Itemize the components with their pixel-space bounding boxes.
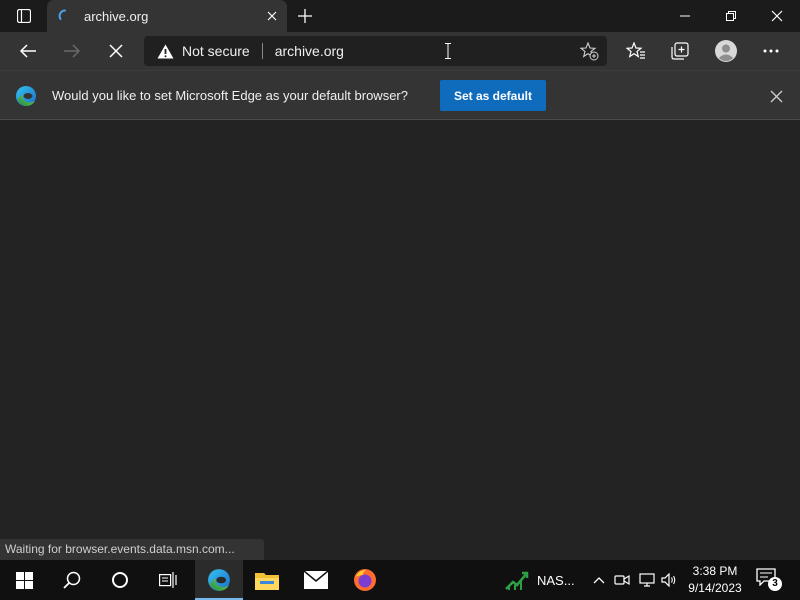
network-icon [639, 573, 655, 587]
search-button[interactable] [48, 560, 96, 600]
taskbar-file-explorer[interactable] [243, 560, 291, 600]
minimize-icon [680, 15, 690, 17]
favorites-star-icon [626, 42, 645, 59]
plus-icon [298, 9, 312, 23]
task-view-button[interactable] [144, 560, 192, 600]
set-as-default-button[interactable]: Set as default [440, 80, 546, 111]
favorites-button[interactable] [620, 35, 652, 67]
status-bubble: Waiting for browser.events.data.msn.com.… [0, 539, 264, 560]
back-arrow-icon [19, 44, 36, 58]
clock-date: 9/14/2023 [688, 581, 742, 595]
folder-icon [255, 573, 279, 590]
more-icon [763, 49, 779, 53]
infobar-message: Would you like to set Microsoft Edge as … [52, 88, 408, 103]
volume-button[interactable] [660, 571, 678, 589]
start-button[interactable] [0, 560, 48, 600]
windows-logo-icon [15, 571, 33, 589]
notification-count-badge: 3 [768, 577, 782, 591]
taskbar: NAS... 3:38 PM 9/14/2023 3 [0, 560, 800, 600]
action-center-button[interactable]: 3 [756, 568, 782, 592]
window-controls [662, 0, 800, 32]
add-favorite-button[interactable] [579, 41, 599, 61]
tab-close-button[interactable] [257, 1, 287, 31]
tab-title: archive.org [84, 8, 149, 24]
back-button[interactable] [12, 35, 44, 67]
security-label: Not secure [182, 43, 250, 59]
restore-button[interactable] [708, 0, 754, 32]
clock-time: 3:38 PM [692, 564, 738, 578]
close-icon [770, 90, 782, 102]
forward-arrow-icon [64, 44, 81, 58]
taskbar-mail[interactable] [292, 560, 340, 600]
task-view-icon [159, 572, 177, 588]
search-icon [63, 571, 81, 589]
taskbar-firefox[interactable] [341, 560, 389, 600]
chevron-up-icon [593, 577, 605, 584]
meet-now-button[interactable] [613, 571, 631, 589]
default-browser-infobar: Would you like to set Microsoft Edge as … [0, 70, 800, 120]
profile-button[interactable] [710, 35, 742, 67]
address-bar[interactable]: Not secure archive.org [144, 36, 607, 66]
tab-actions-button[interactable] [0, 0, 47, 32]
tab-actions-icon [16, 9, 31, 23]
edge-icon [208, 569, 230, 591]
close-icon [109, 44, 123, 58]
star-add-icon [579, 41, 598, 60]
settings-more-button[interactable] [755, 35, 787, 67]
navigation-toolbar: Not secure archive.org [0, 32, 800, 70]
restore-icon [726, 11, 736, 21]
mail-icon [304, 571, 328, 589]
address-separator [261, 43, 263, 59]
tab-strip: archive.org [0, 0, 800, 32]
speaker-icon [661, 573, 676, 587]
firefox-icon [354, 569, 376, 591]
close-window-button[interactable] [754, 0, 800, 32]
collections-icon [671, 42, 689, 60]
page-content[interactable] [0, 120, 800, 560]
taskbar-edge[interactable] [195, 560, 243, 600]
loading-spinner-icon [57, 8, 73, 24]
edge-logo-icon [16, 86, 36, 106]
minimize-button[interactable] [662, 0, 708, 32]
forward-button[interactable] [56, 35, 88, 67]
video-camera-icon [614, 574, 630, 586]
site-info-button[interactable]: Not secure [144, 36, 250, 66]
warning-icon [157, 44, 174, 58]
clock[interactable]: 3:38 PM 9/14/2023 [684, 563, 746, 597]
show-hidden-icons-button[interactable] [590, 571, 608, 589]
close-icon [771, 10, 783, 22]
stock-widget[interactable]: NAS... [505, 560, 575, 600]
tab-archive[interactable]: archive.org [47, 0, 287, 32]
url-text[interactable]: archive.org [275, 43, 344, 59]
new-tab-button[interactable] [291, 2, 319, 30]
avatar-icon [715, 40, 737, 62]
infobar-close-button[interactable] [764, 84, 788, 108]
network-button[interactable] [638, 571, 656, 589]
stop-loading-button[interactable] [100, 35, 132, 67]
screen: archive.org Not secure archive.org Would… [0, 0, 800, 600]
stock-chart-icon [505, 571, 529, 590]
stock-label: NAS... [537, 572, 575, 588]
close-icon [267, 11, 277, 21]
cortana-button[interactable] [96, 560, 144, 600]
collections-button[interactable] [664, 35, 696, 67]
text-cursor-icon [445, 43, 451, 59]
cortana-ring-icon [112, 572, 128, 588]
